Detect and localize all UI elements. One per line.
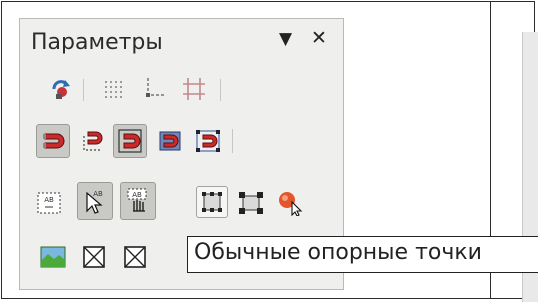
panel-menu-icon[interactable]: ▼ (279, 31, 292, 48)
tooltip: Обычные опорные точки (187, 236, 538, 273)
simple-handles-icon[interactable] (196, 186, 228, 218)
crossed-box-icon[interactable] (80, 243, 108, 271)
large-handles-icon[interactable] (237, 189, 265, 217)
magnet-red-icon[interactable] (36, 124, 70, 158)
panel-title: Параметры (31, 30, 163, 55)
grid-dots-icon[interactable] (99, 75, 127, 103)
svg-text:AB: AB (93, 190, 103, 198)
magnet-snap-grid-icon[interactable] (78, 127, 106, 155)
hand-text-icon[interactable]: AB (120, 182, 156, 220)
toolbar-separator (220, 79, 221, 101)
magnet-page-icon[interactable] (113, 124, 147, 158)
svg-text:AB: AB (44, 196, 54, 204)
text-box-icon[interactable]: AB (35, 189, 63, 217)
panel-close-icon[interactable]: ✕ (311, 29, 327, 48)
magnet-object-icon[interactable] (156, 127, 184, 155)
rotate-icon[interactable] (47, 75, 75, 103)
point-edit-icon[interactable] (277, 189, 305, 217)
crossed-box-2-icon[interactable] (121, 243, 149, 271)
frame-guides-icon[interactable] (180, 75, 208, 103)
magnet-points-icon[interactable] (194, 127, 222, 155)
toolbar-separator (83, 79, 84, 101)
guides-icon[interactable] (138, 75, 166, 103)
image-icon[interactable] (39, 243, 67, 271)
svg-text:AB: AB (132, 191, 142, 199)
toolbar-separator (232, 129, 233, 153)
pointer-text-icon[interactable]: AB (77, 182, 113, 220)
